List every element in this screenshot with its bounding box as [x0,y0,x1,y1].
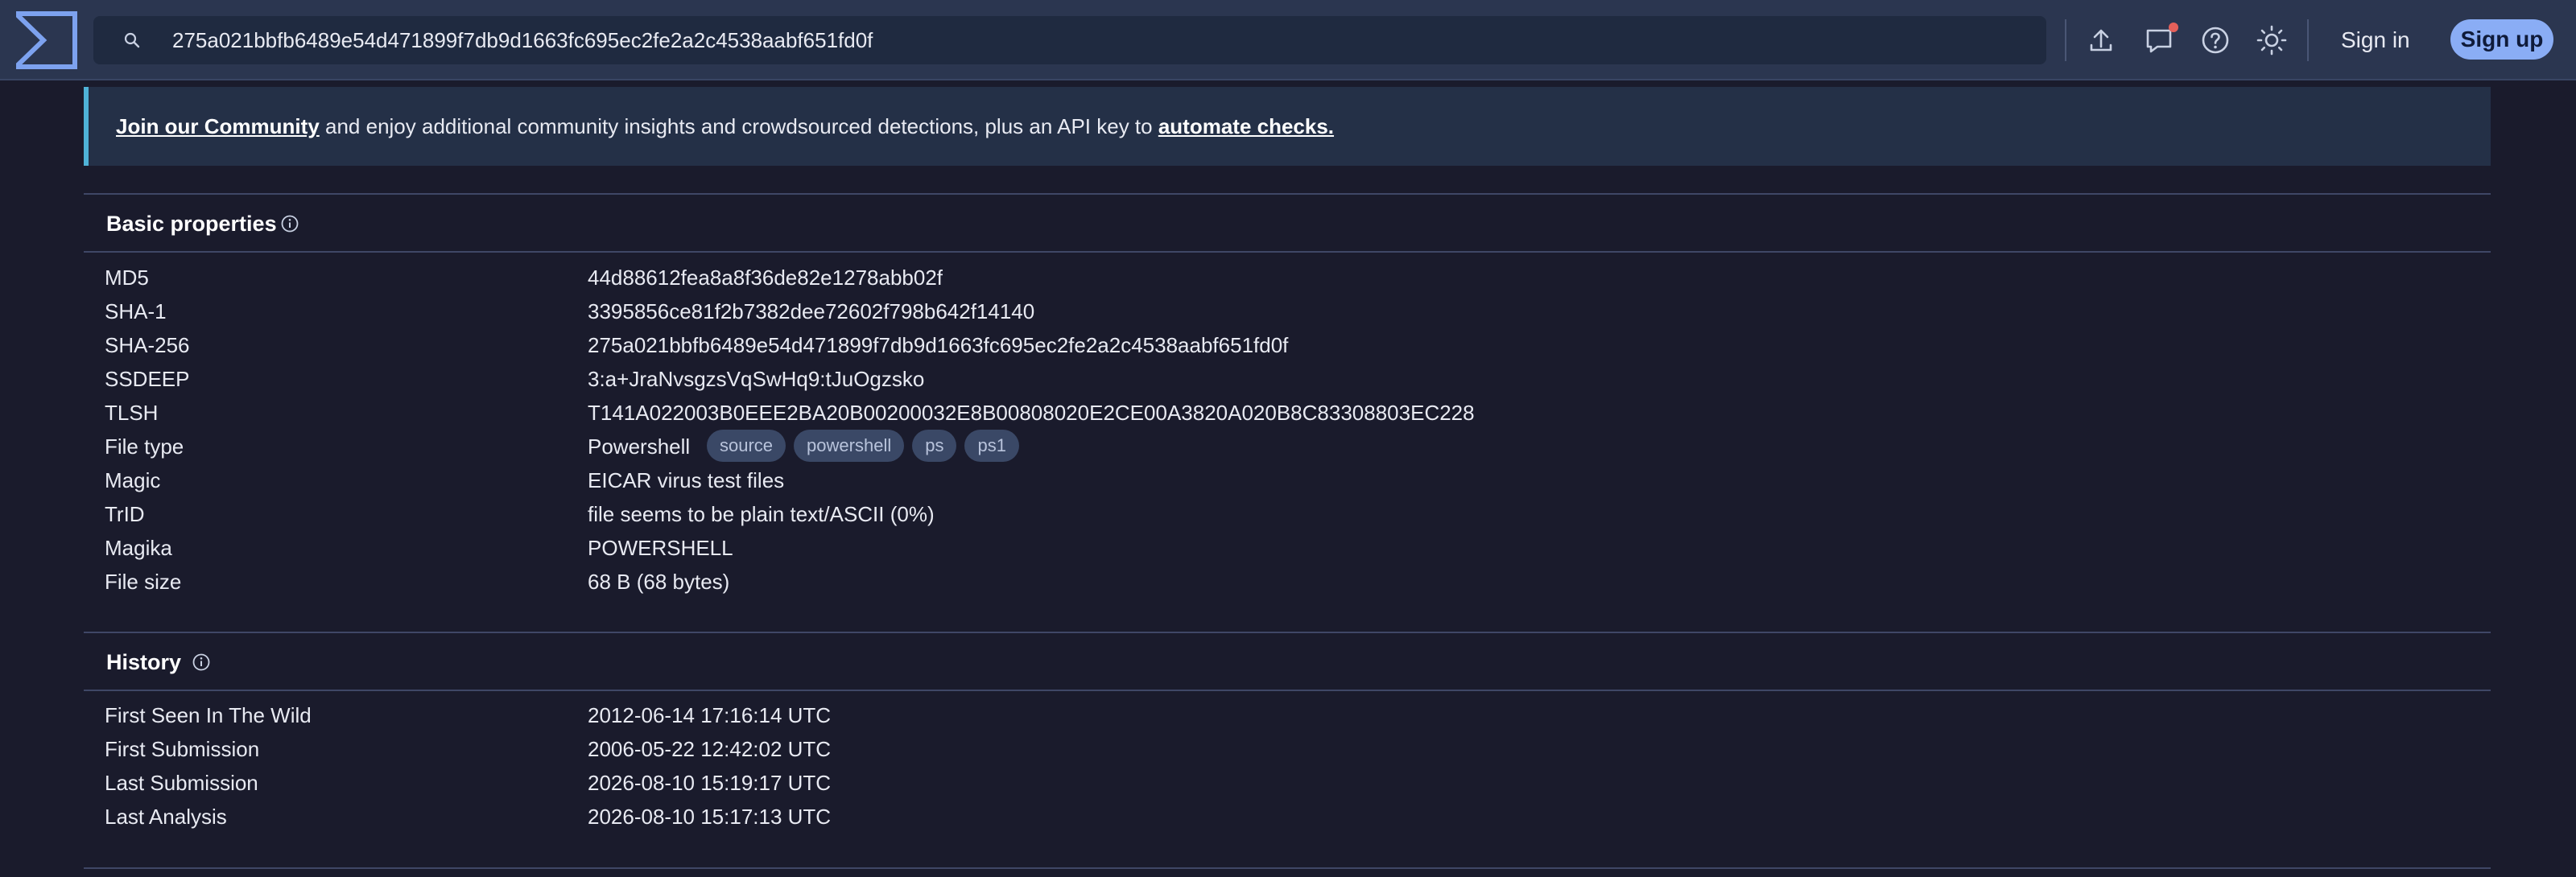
banner-message: and enjoy additional community insights … [319,114,1158,138]
history-key: First Submission [105,737,260,761]
top-navigation-bar: Sign in Sign up [0,0,2576,80]
property-key: SSDEEP [105,367,190,391]
history-row: First Seen In The Wild 2012-06-14 17:16:… [105,703,2439,735]
property-row: Magic EICAR virus test files [105,468,2439,500]
file-type-tags: source powershell ps ps1 [707,430,1027,462]
property-value[interactable]: EICAR virus test files [588,468,784,493]
property-key: File size [105,570,182,594]
file-type-tag[interactable]: source [707,430,786,462]
history-value: 2026-08-10 15:19:17 UTC [588,771,832,795]
property-key: File type [105,434,184,459]
info-icon[interactable] [192,653,211,672]
property-row: SSDEEP 3:a+JraNvsgzsVqSwHq9:tJuOgzsko [105,367,2439,399]
community-banner: Join our Community and enjoy additional … [84,87,2491,166]
theme-toggle-sun-icon[interactable] [2252,21,2291,60]
file-type-tag[interactable]: ps [912,430,957,462]
banner-text: Join our Community and enjoy additional … [116,114,1334,139]
history-title: History [106,650,182,674]
section-divider [84,632,2491,633]
property-row: TrID file seems to be plain text/ASCII (… [105,502,2439,534]
property-value[interactable]: T141A022003B0EEE2BA20B00200032E8B0080802… [588,401,1475,426]
automate-checks-link[interactable]: automate checks. [1158,114,1334,138]
search-icon [124,32,140,48]
section-divider [84,251,2491,253]
history-row: Last Analysis 2026-08-10 15:17:13 UTC [105,805,2439,837]
toolbar-divider [2065,19,2066,61]
sign-up-button[interactable]: Sign up [2450,19,2553,60]
property-value[interactable]: file seems to be plain text/ASCII (0%) [588,502,935,527]
property-value[interactable]: 3:a+JraNvsgzsVqSwHq9:tJuOgzsko [588,367,924,392]
property-row: SHA-1 3395856ce81f2b7382dee72602f798b642… [105,299,2439,331]
history-value: 2026-08-10 15:17:13 UTC [588,805,832,829]
property-key: TLSH [105,401,159,425]
property-row: Magika POWERSHELL [105,536,2439,568]
history-value: 2006-05-22 12:42:02 UTC [588,737,832,761]
history-row: Last Submission 2026-08-10 15:19:17 UTC [105,771,2439,803]
property-row: MD5 44d88612fea8a8f36de82e1278abb02f [105,266,2439,298]
toolbar-divider [2307,19,2309,61]
property-key: TrID [105,502,145,526]
file-type-tag[interactable]: ps1 [964,430,1019,462]
notification-badge [2169,23,2178,32]
property-value[interactable]: Powershell source powershell ps ps1 [588,430,1151,462]
property-row: SHA-256 275a021bbfb6489e54d471899f7db9d1… [105,333,2439,365]
basic-properties-title: Basic properties [106,212,277,236]
virustotal-logo-icon[interactable] [16,11,77,69]
property-key: SHA-1 [105,299,167,323]
property-key: Magic [105,468,161,492]
info-icon[interactable] [280,214,299,233]
property-row: TLSH T141A022003B0EEE2BA20B00200032E8B00… [105,401,2439,433]
property-value[interactable]: 275a021bbfb6489e54d471899f7db9d1663fc695… [588,333,1288,358]
section-divider [84,867,2491,869]
section-divider [84,690,2491,691]
history-key: Last Submission [105,771,258,795]
history-row: First Submission 2006-05-22 12:42:02 UTC [105,737,2439,769]
search-input[interactable] [172,16,2024,64]
history-key: Last Analysis [105,805,227,829]
search-bar[interactable] [93,16,2046,64]
property-value[interactable]: 3395856ce81f2b7382dee72602f798b642f14140 [588,299,1034,324]
property-value[interactable]: 68 B (68 bytes) [588,570,729,595]
property-key: SHA-256 [105,333,190,357]
section-divider [84,193,2491,195]
property-key: Magika [105,536,172,560]
history-key: First Seen In The Wild [105,703,312,727]
property-row: File type Powershell source powershell ps p… [105,430,2439,467]
upload-icon[interactable] [2082,21,2120,60]
property-value[interactable]: 44d88612fea8a8f36de82e1278abb02f [588,266,943,290]
file-type-tag[interactable]: powershell [794,430,905,462]
file-type-value: Powershell [588,434,691,459]
property-row: File size 68 B (68 bytes) [105,570,2439,602]
join-community-link[interactable]: Join our Community [116,114,320,138]
property-key: MD5 [105,266,149,290]
sign-in-link[interactable]: Sign in [2341,21,2410,60]
history-value: 2012-06-14 17:16:14 UTC [588,703,832,727]
help-icon[interactable] [2196,21,2235,60]
property-value[interactable]: POWERSHELL [588,536,733,561]
